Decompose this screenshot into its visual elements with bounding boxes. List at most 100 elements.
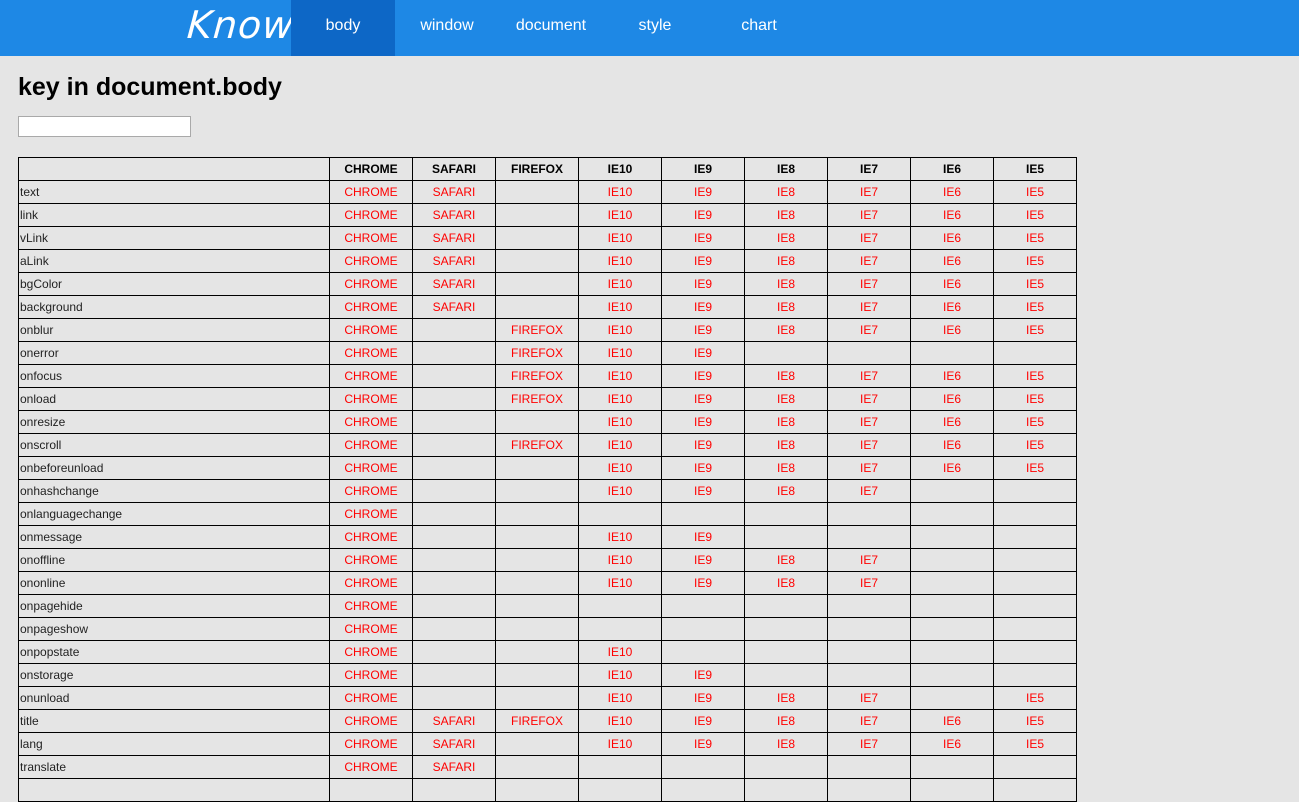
support-cell (495, 226, 579, 250)
table-row: onfocus CHROME FIREFOX IE10 IE9 IE8 IE7 IE6 IE5 (18, 364, 1077, 388)
support-cell (910, 525, 994, 549)
support-cell (495, 548, 579, 572)
support-cell (993, 525, 1077, 549)
row-key: onpageshow (18, 617, 330, 641)
support-cell: IE9 (661, 226, 745, 250)
header-key (18, 157, 330, 181)
support-cell: CHROME (329, 686, 413, 710)
nav-chart[interactable]: chart (707, 0, 811, 56)
support-cell: CHROME (329, 709, 413, 733)
support-cell: IE9 (661, 341, 745, 365)
search-input[interactable] (18, 116, 191, 137)
support-cell: IE6 (910, 433, 994, 457)
nav-window[interactable]: window (395, 0, 499, 56)
support-cell (661, 617, 745, 641)
support-cell: IE10 (578, 479, 662, 503)
support-cell: IE7 (827, 548, 911, 572)
row-key: title (18, 709, 330, 733)
support-cell (744, 525, 828, 549)
support-cell: IE8 (744, 203, 828, 227)
support-cell: IE9 (661, 525, 745, 549)
support-cell: IE8 (744, 272, 828, 296)
row-key: text (18, 180, 330, 204)
compat-table: CHROME SAFARI FIREFOX IE10 IE9 IE8 IE7 I… (18, 157, 1077, 802)
row-key: onblur (18, 318, 330, 342)
support-cell: SAFARI (412, 709, 496, 733)
nav-style[interactable]: style (603, 0, 707, 56)
support-cell: CHROME (329, 226, 413, 250)
support-cell (993, 617, 1077, 641)
support-cell (910, 479, 994, 503)
table-header-row: CHROME SAFARI FIREFOX IE10 IE9 IE8 IE7 I… (18, 157, 1077, 181)
support-cell: IE9 (661, 456, 745, 480)
row-key: onoffline (18, 548, 330, 572)
site-logo[interactable]: Know (185, 2, 296, 54)
support-cell (578, 594, 662, 618)
support-cell (495, 502, 579, 526)
row-key: onpopstate (18, 640, 330, 664)
support-cell (495, 525, 579, 549)
support-cell: IE7 (827, 295, 911, 319)
support-cell: IE7 (827, 709, 911, 733)
support-cell: IE9 (661, 479, 745, 503)
support-cell (993, 640, 1077, 664)
support-cell (412, 318, 496, 342)
row-key: vLink (18, 226, 330, 250)
row-key: aLink (18, 249, 330, 273)
support-cell (744, 755, 828, 779)
support-cell (827, 525, 911, 549)
header-ie10: IE10 (578, 157, 662, 181)
support-cell: SAFARI (412, 295, 496, 319)
support-cell: IE6 (910, 272, 994, 296)
table-row: onmessage CHROME IE10 IE9 (18, 525, 1077, 549)
support-cell: IE8 (744, 410, 828, 434)
support-cell: IE8 (744, 433, 828, 457)
row-key: onfocus (18, 364, 330, 388)
support-cell: IE6 (910, 249, 994, 273)
support-cell: CHROME (329, 617, 413, 641)
row-key: bgColor (18, 272, 330, 296)
row-key: onlanguagechange (18, 502, 330, 526)
support-cell: CHROME (329, 364, 413, 388)
support-cell: CHROME (329, 203, 413, 227)
support-cell: FIREFOX (495, 318, 579, 342)
support-cell (412, 502, 496, 526)
table-row: onlanguagechange CHROME (18, 502, 1077, 526)
support-cell: IE7 (827, 410, 911, 434)
support-cell (661, 640, 745, 664)
support-cell (661, 755, 745, 779)
nav-document[interactable]: document (499, 0, 603, 56)
support-cell (744, 640, 828, 664)
support-cell: IE9 (661, 180, 745, 204)
support-cell (993, 479, 1077, 503)
top-navbar: Know body window document style chart (0, 0, 1299, 56)
support-cell: CHROME (329, 479, 413, 503)
support-cell: IE7 (827, 249, 911, 273)
support-cell: IE7 (827, 571, 911, 595)
support-cell (827, 341, 911, 365)
support-cell: SAFARI (412, 755, 496, 779)
table-row: vLink CHROME SAFARI IE10 IE9 IE8 IE7 IE6 IE5 (18, 226, 1077, 250)
support-cell (910, 502, 994, 526)
support-cell: CHROME (329, 755, 413, 779)
support-cell: IE9 (661, 571, 745, 595)
row-key: onresize (18, 410, 330, 434)
support-cell: FIREFOX (495, 364, 579, 388)
support-cell (412, 778, 496, 802)
nav-body[interactable]: body (291, 0, 395, 56)
support-cell: IE5 (993, 709, 1077, 733)
header-ie9: IE9 (661, 157, 745, 181)
support-cell: CHROME (329, 594, 413, 618)
table-row: onpopstate CHROME IE10 (18, 640, 1077, 664)
support-cell: IE7 (827, 387, 911, 411)
support-cell (910, 640, 994, 664)
support-cell: IE8 (744, 548, 828, 572)
support-cell (412, 640, 496, 664)
main-nav: body window document style chart (291, 0, 811, 56)
row-key: onpagehide (18, 594, 330, 618)
support-cell (412, 571, 496, 595)
support-cell (993, 548, 1077, 572)
support-cell (495, 617, 579, 641)
row-key: onstorage (18, 663, 330, 687)
support-cell (993, 778, 1077, 802)
